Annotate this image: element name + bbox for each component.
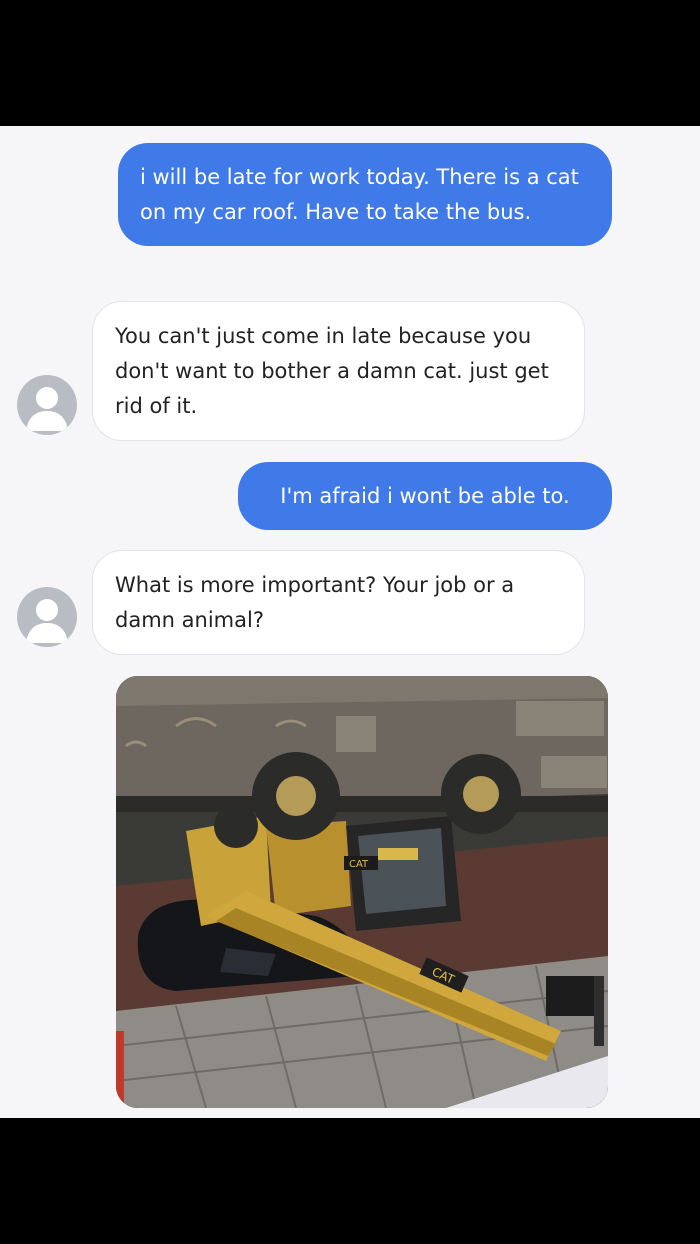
message-incoming[interactable]: What is more important? Your job or a da…: [92, 550, 585, 655]
default-user-avatar-icon[interactable]: [17, 375, 77, 435]
overturned-telehandler-photo: CAT CAT: [116, 676, 608, 1108]
message-outgoing[interactable]: i will be late for work today. There is …: [118, 143, 612, 246]
cat-logo: CAT: [349, 859, 369, 870]
message-outgoing[interactable]: I'm afraid i wont be able to.: [238, 462, 612, 530]
message-incoming[interactable]: You can't just come in late because you …: [92, 301, 585, 441]
default-user-avatar-icon[interactable]: [17, 587, 77, 647]
message-image[interactable]: CAT CAT: [116, 676, 608, 1108]
message-text: i will be late for work today. There is …: [140, 165, 579, 224]
message-text: You can't just come in late because you …: [115, 324, 549, 418]
message-text: What is more important? Your job or a da…: [115, 573, 515, 632]
message-text: I'm afraid i wont be able to.: [280, 484, 570, 508]
chat-thread: i will be late for work today. There is …: [0, 126, 700, 1118]
